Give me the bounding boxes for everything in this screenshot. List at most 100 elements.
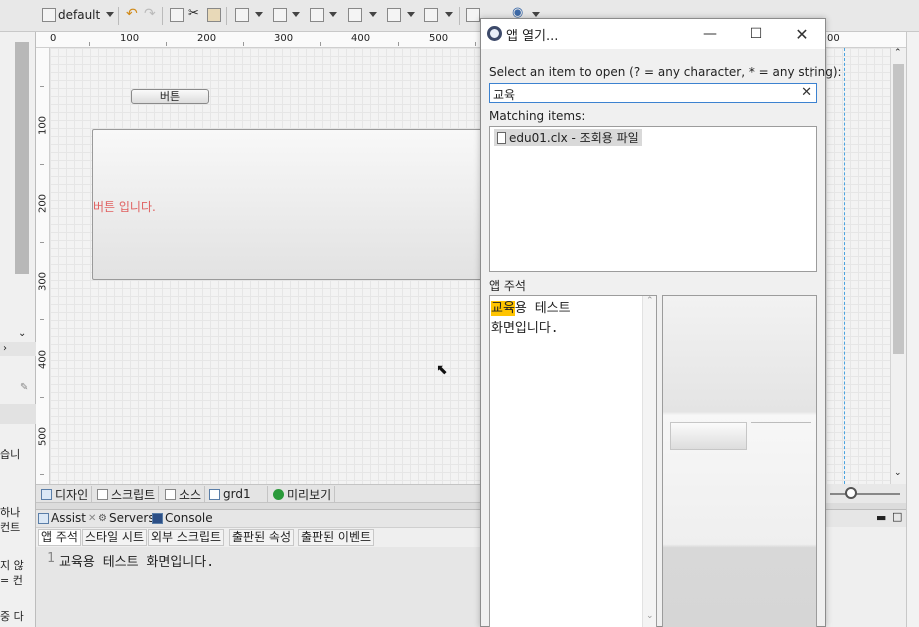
comment-scrollbar[interactable]: ⌃ ⌄ [642, 296, 656, 627]
ruler-tick [475, 42, 476, 46]
bottom-panel-subtabs: 앱 주석 스타일 시트 외부 스크립트 출판된 속성 출판된 이벤트 [36, 528, 480, 547]
left-scrollbar-thumb[interactable] [15, 42, 29, 274]
bottom-panel-right-header: ▬ □ [826, 509, 906, 527]
zoom-control [826, 484, 906, 503]
subtab-published-events[interactable]: 출판된 이벤트 [298, 529, 375, 546]
assist-icon [38, 512, 49, 524]
undo-icon[interactable]: ↶ [126, 6, 138, 22]
vertical-ruler: 100 200 300 400 500 [36, 48, 50, 484]
list-item[interactable]: edu01.clx - 조회용 파일 [494, 129, 642, 146]
left-panel-text: 중 다 [0, 610, 24, 623]
editor-tabs: 디자인 스크립트 소스 grd1 미리보기 [36, 484, 480, 503]
app-comment-box[interactable]: 교육용 테스트 화면입니다. ⌃ ⌄ [489, 295, 657, 627]
tab-script[interactable]: 스크립트 [94, 486, 160, 502]
subtab-external-script[interactable]: 외부 스크립트 [148, 529, 225, 546]
left-panel-text: 하나 [0, 506, 21, 519]
close-icon[interactable]: ✕ [779, 19, 825, 49]
chevron-down-icon[interactable]: ⌄ [646, 611, 654, 621]
file-icon [497, 131, 506, 144]
search-highlight: 교육 [491, 301, 515, 316]
ruler-tick [89, 42, 90, 46]
scrollbar-thumb[interactable] [893, 64, 904, 354]
chevron-down-icon[interactable] [369, 12, 377, 17]
servers-icon: ⚙ [98, 512, 107, 524]
cut-icon[interactable]: ✂ [188, 6, 199, 22]
left-panel-text: = 컨 [0, 574, 23, 587]
move-icon[interactable] [424, 8, 438, 22]
grid-icon [209, 488, 220, 500]
minimize-icon[interactable]: — [687, 19, 733, 49]
tab-design[interactable]: 디자인 [38, 486, 93, 502]
search-input[interactable]: 교육 ✕ [489, 83, 817, 103]
chevron-up-icon[interactable]: ⌃ [646, 296, 654, 306]
tab-preview[interactable]: 미리보기 [270, 486, 336, 502]
tab-label: 디자인 [55, 487, 89, 502]
ruler-tick [40, 86, 44, 87]
paste-icon[interactable] [207, 8, 221, 22]
maximize-icon[interactable]: □ [892, 510, 902, 523]
chevron-down-icon[interactable] [292, 12, 300, 17]
edit-icon[interactable]: ✎ [20, 382, 28, 393]
tab-assist[interactable]: Assist ✕ [38, 511, 96, 525]
chevron-up-icon[interactable]: ⌃ [894, 48, 902, 58]
subtab-app-comment[interactable]: 앱 주석 [38, 529, 81, 546]
tab-console[interactable]: Console [152, 511, 213, 525]
canvas-vertical-scrollbar[interactable]: ⌃ ⌄ [890, 48, 906, 484]
chevron-down-icon[interactable] [329, 12, 337, 17]
dialog-title: 앱 열기... [506, 29, 559, 44]
canvas-group-box[interactable]: 버튼 입니다. [92, 129, 492, 280]
dialog-titlebar[interactable]: 앱 열기... — ☐ ✕ [481, 19, 825, 49]
align-left-icon[interactable] [235, 8, 249, 22]
align-top-icon[interactable] [273, 8, 287, 22]
tab-source[interactable]: 소스 [162, 486, 206, 502]
ruler-label: 100 [120, 33, 140, 44]
distribute-icon[interactable] [310, 8, 324, 22]
line-number: 1 [47, 551, 55, 566]
group-icon[interactable] [348, 8, 362, 22]
guide-line [844, 48, 845, 484]
close-icon[interactable]: ✕ [88, 513, 96, 524]
canvas-button[interactable]: 버튼 [131, 89, 209, 104]
chevron-down-icon[interactable] [532, 12, 540, 17]
chevron-down-icon[interactable] [255, 12, 263, 17]
zoom-slider-knob[interactable] [845, 487, 857, 499]
tab-grd1[interactable]: grd1 [206, 486, 268, 502]
resize-icon[interactable] [387, 8, 401, 22]
zoom-slider-track[interactable] [830, 493, 900, 495]
chevron-down-icon[interactable] [445, 12, 453, 17]
chevron-down-icon[interactable]: ⌄ [894, 468, 902, 478]
chevron-down-icon[interactable]: ⌄ [18, 328, 26, 339]
design-canvas[interactable]: 버튼 버튼 입니다. [50, 48, 492, 484]
camera-icon[interactable] [466, 8, 480, 22]
chevron-right-icon[interactable]: › [3, 343, 7, 354]
subtab-published-properties[interactable]: 출판된 속성 [229, 529, 295, 546]
clear-icon[interactable]: ✕ [801, 85, 812, 100]
app-preview-thumbnail [662, 295, 817, 627]
subtab-stylesheet[interactable]: 스타일 시트 [82, 529, 148, 546]
ruler-label: 400 [37, 349, 49, 370]
layout-select[interactable]: default [58, 8, 100, 24]
tab-label: 스크립트 [111, 487, 156, 502]
design-canvas-right[interactable] [826, 48, 890, 484]
matching-items-list[interactable]: edu01.clx - 조회용 파일 [489, 126, 817, 272]
minimize-icon[interactable]: ▬ [876, 511, 886, 524]
toolbar-divider [162, 7, 163, 25]
tab-servers[interactable]: ⚙ Servers [98, 511, 155, 525]
bottom-panel: Assist ✕ ⚙ Servers Console 앱 주석 스타일 시트 외… [36, 509, 480, 627]
copy-icon[interactable] [170, 8, 184, 22]
comment-editor[interactable]: 1 교육용 테스트 화면입니다. [36, 547, 480, 627]
redo-icon[interactable]: ↷ [144, 6, 156, 22]
layout-icon [42, 8, 56, 22]
maximize-icon[interactable]: ☐ [733, 19, 779, 49]
ruler-label: 200 [197, 33, 217, 44]
chevron-down-icon[interactable] [106, 12, 114, 17]
search-prompt: Select an item to open (? = any characte… [489, 65, 842, 79]
canvas-output-text: 버튼 입니다. [93, 200, 156, 214]
ruler-tick [243, 42, 244, 46]
left-panel-text: 컨트 [0, 521, 21, 534]
chevron-down-icon[interactable] [407, 12, 415, 17]
mouse-cursor-icon: ⬉ [436, 362, 448, 378]
bottom-panel-tabs: Assist ✕ ⚙ Servers Console [36, 510, 480, 528]
menu-icon[interactable]: ⋮ [805, 65, 817, 79]
ruler-label: 500 [429, 33, 449, 44]
